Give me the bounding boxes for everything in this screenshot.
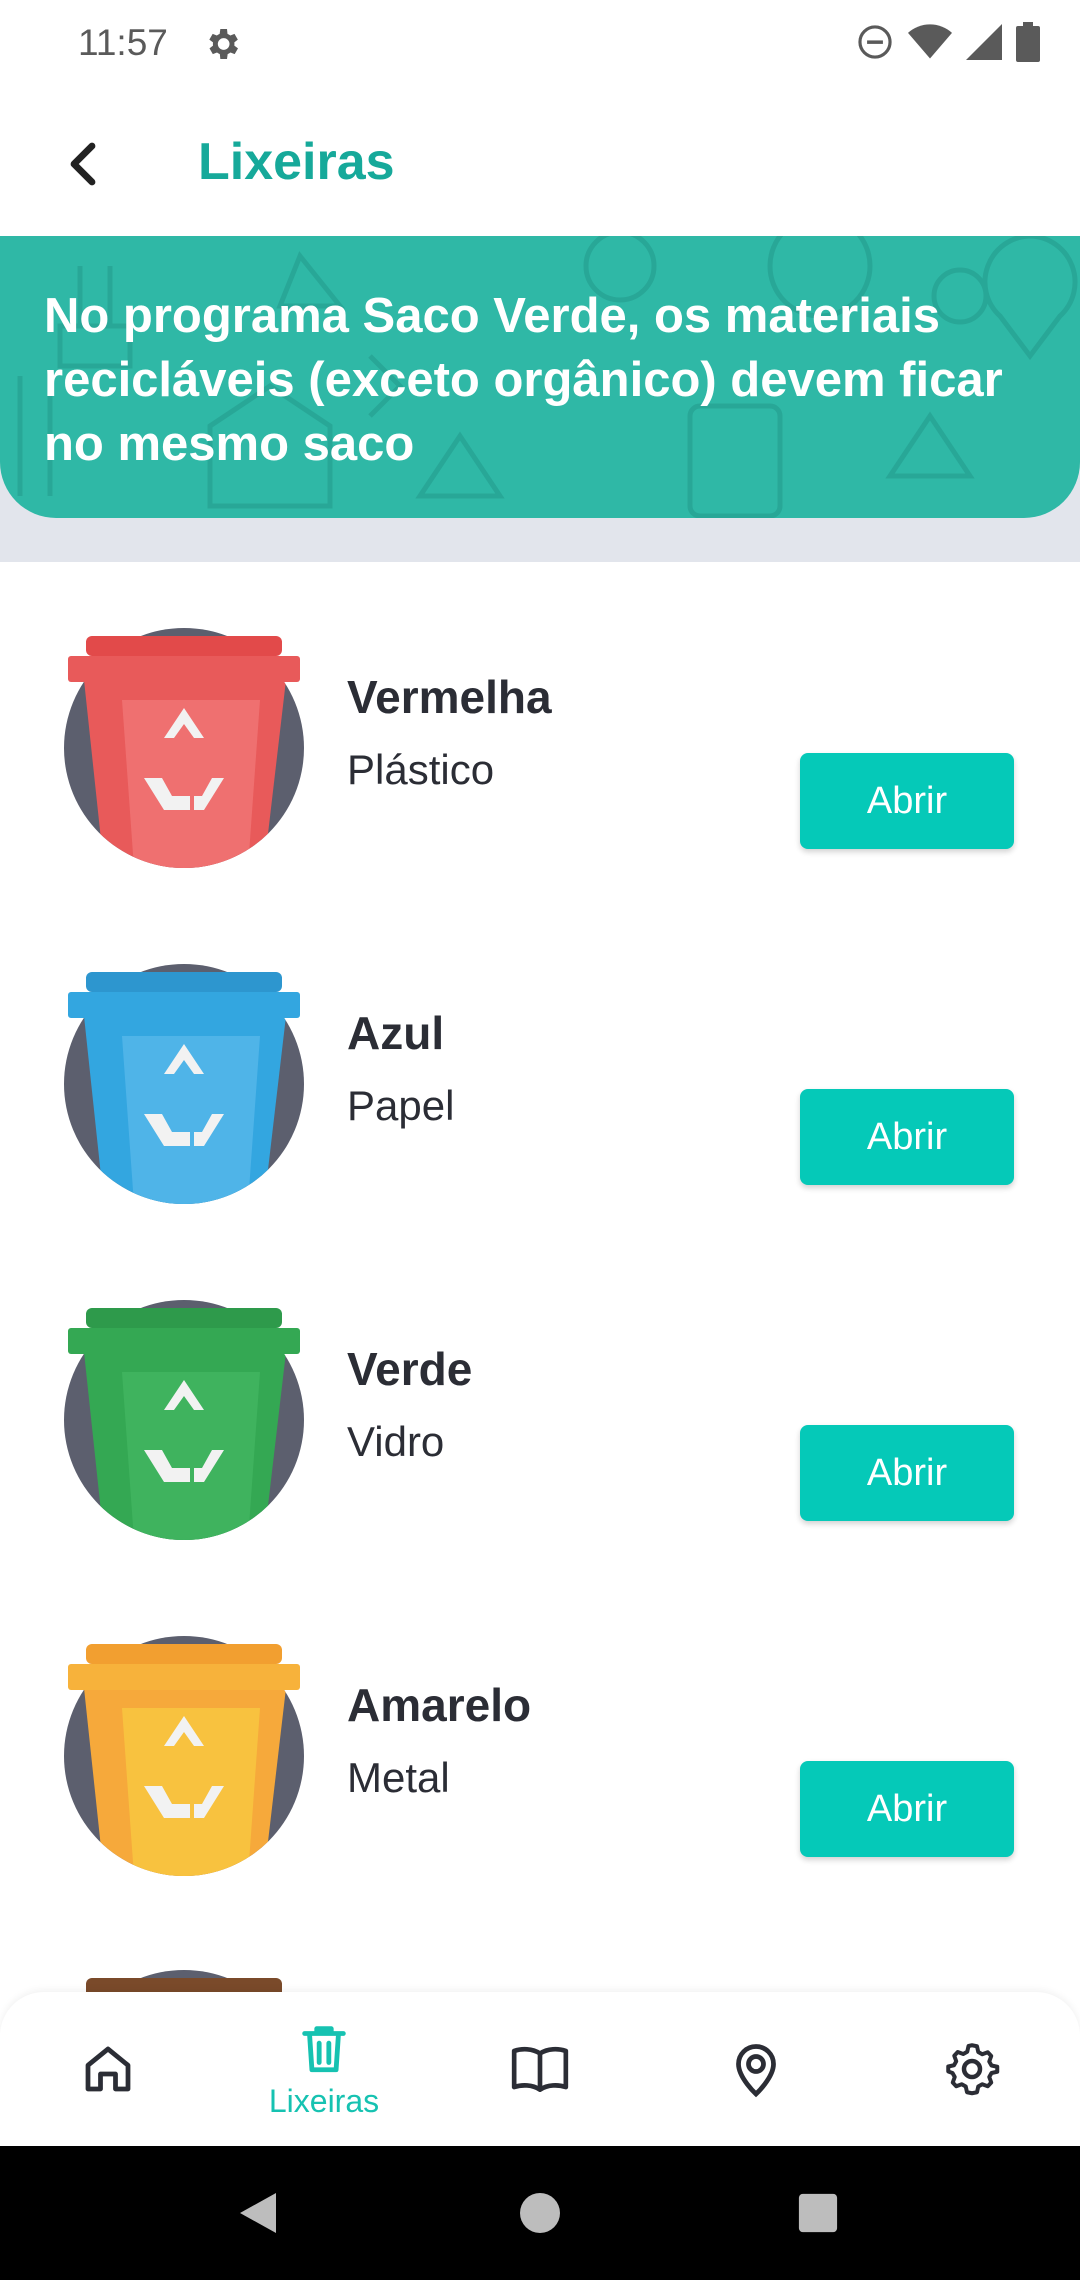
bin-name: Amarelo — [347, 1679, 532, 1731]
yellow-bin-icon — [64, 1636, 304, 1876]
home-icon — [85, 2046, 131, 2092]
list-item: Azul Papel Abrir — [0, 898, 1080, 1234]
bins-list: Vermelha Plástico Abrir Azul Papel Abrir — [0, 562, 1080, 1992]
circle-home-icon — [520, 2193, 560, 2233]
open-button[interactable]: Abrir — [800, 1089, 1014, 1185]
trash-icon — [302, 2025, 346, 2072]
bin-material: Papel — [347, 1082, 455, 1129]
bottom-navigation: Lixeiras — [0, 1992, 1080, 2146]
system-recents-button[interactable] — [748, 2146, 888, 2280]
status-time: 11:57 — [78, 22, 168, 63]
status-icons — [856, 22, 1040, 62]
banner-section: No programa Saco Verde, os materiais rec… — [0, 236, 1080, 562]
nav-guide[interactable] — [432, 1992, 648, 2146]
nav-home[interactable] — [0, 1992, 216, 2146]
bin-material: Plástico — [347, 746, 495, 793]
banner-text: No programa Saco Verde, os materiais rec… — [44, 289, 1003, 471]
info-banner: No programa Saco Verde, os materiais rec… — [0, 236, 1080, 518]
book-icon — [511, 2046, 569, 2092]
back-button[interactable] — [44, 124, 124, 204]
green-bin-icon — [64, 1300, 304, 1540]
wifi-icon — [908, 24, 952, 59]
system-navigation-bar — [0, 2146, 1080, 2280]
bin-name: Azul — [347, 1007, 445, 1059]
blue-bin-icon — [64, 964, 304, 1204]
battery-icon — [1016, 22, 1040, 62]
open-button[interactable]: Abrir — [800, 1425, 1014, 1521]
bin-name: Verde — [347, 1343, 473, 1395]
settings-status-icon — [209, 29, 238, 59]
dnd-icon — [858, 25, 892, 59]
nav-lixeiras[interactable]: Lixeiras — [216, 1992, 432, 2146]
settings-icon — [946, 2043, 1000, 2096]
bin-material: Metal — [347, 1754, 450, 1801]
square-recents-icon — [798, 2193, 838, 2233]
system-home-button[interactable] — [470, 2146, 610, 2280]
page-title: Lixeiras — [198, 133, 395, 191]
bin-material: Vidro — [347, 1418, 445, 1465]
app-bar: Lixeiras — [0, 88, 1080, 236]
status-bar: 11:57 — [0, 0, 1080, 88]
red-bin-icon — [64, 628, 304, 868]
signal-icon — [966, 24, 1002, 60]
list-item: Vermelha Plástico Abrir — [0, 562, 1080, 898]
list-item: Verde Vidro Abrir — [0, 1234, 1080, 1570]
open-button[interactable]: Abrir — [800, 1761, 1014, 1857]
nav-map[interactable] — [648, 1992, 864, 2146]
triangle-back-icon — [240, 2193, 276, 2233]
nav-settings[interactable] — [864, 1992, 1080, 2146]
list-item: Amarelo Metal Abrir — [0, 1570, 1080, 1906]
nav-label: Lixeiras — [268, 2082, 380, 2119]
chevron-left-icon — [70, 142, 96, 186]
bin-name: Vermelha — [347, 671, 552, 723]
brown-bin-icon — [86, 1970, 282, 1992]
location-icon — [736, 2044, 776, 2098]
system-back-button[interactable] — [188, 2146, 328, 2280]
open-button[interactable]: Abrir — [800, 753, 1014, 849]
